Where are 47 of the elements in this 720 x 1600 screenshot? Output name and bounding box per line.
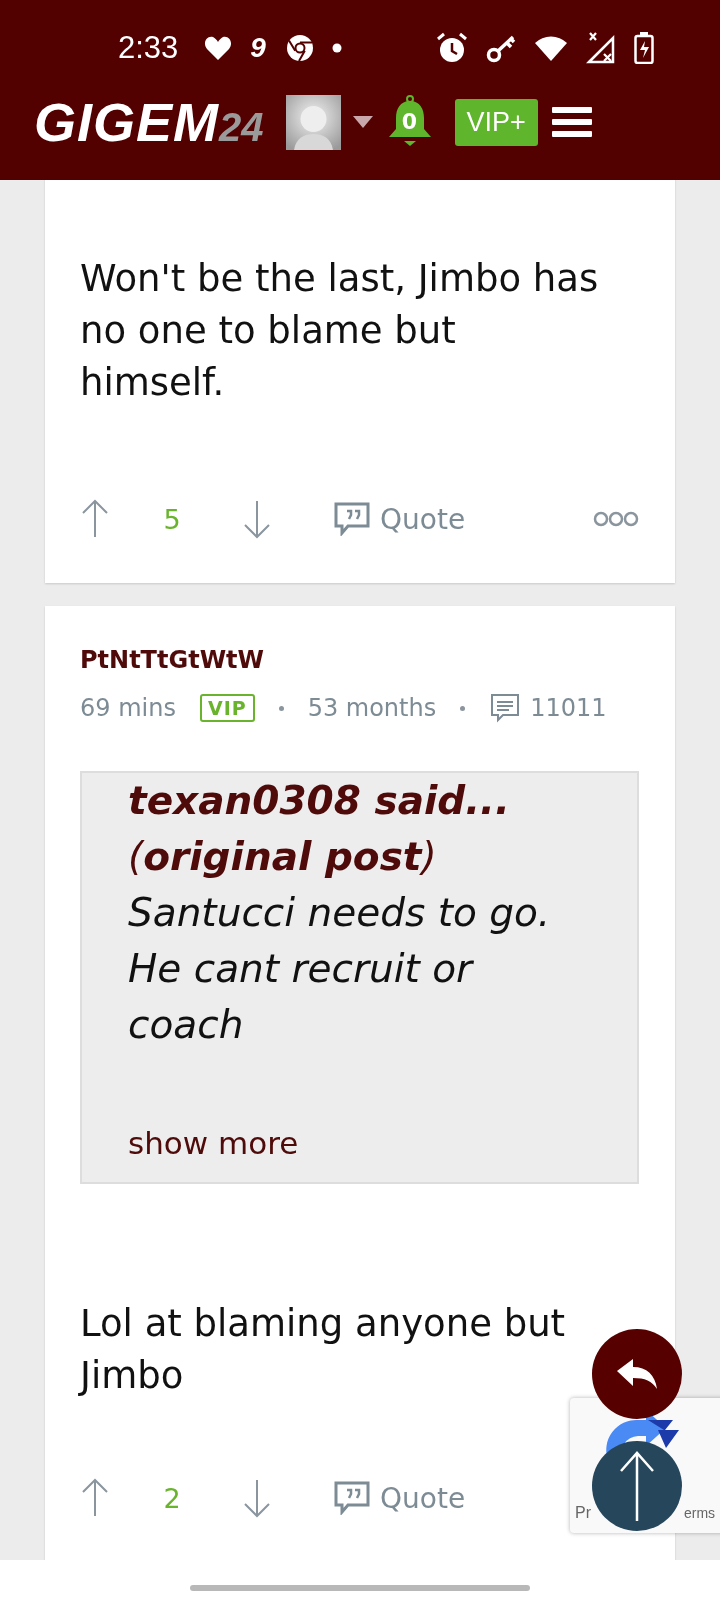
quote-button[interactable]: Quote — [334, 502, 466, 536]
vip-badge: VIP — [199, 694, 255, 722]
avatar-placeholder[interactable] — [285, 94, 341, 150]
separator-dot — [460, 705, 466, 711]
downvote-arrow-icon[interactable] — [242, 1478, 272, 1518]
up-arrow-icon — [619, 1451, 655, 1521]
upvote-arrow-icon[interactable] — [80, 1478, 110, 1518]
logo-number: 24 — [219, 105, 264, 150]
no-signal-icon — [586, 32, 616, 64]
battery-charging-icon — [634, 32, 654, 64]
status-time: 2:33 — [118, 30, 179, 66]
gesture-handle[interactable] — [190, 1585, 530, 1591]
quote-text: Santucci needs to go. He cant recruit or coach — [128, 889, 552, 1049]
key-icon — [486, 33, 516, 63]
notification-dot-icon — [331, 43, 342, 53]
post-text: Won't be the last, Jimbo has no one to blame but himself. — [80, 256, 600, 406]
alarm-icon — [436, 32, 468, 64]
notification-count: 0 — [400, 109, 419, 134]
show-more-link[interactable]: show more — [128, 1123, 593, 1163]
logo-text: GIGEM — [34, 91, 219, 153]
post-author[interactable]: PtNtTtGtWtW — [80, 644, 639, 676]
reply-icon — [615, 1357, 659, 1391]
vote-score: 5 — [162, 503, 182, 535]
site-logo[interactable]: GIGEM24 — [34, 91, 264, 153]
separator-dot — [278, 705, 284, 711]
more-options-icon[interactable] — [593, 511, 639, 527]
quote-attribution: texan0308 said... — [128, 777, 511, 825]
vote-score: 2 — [162, 1482, 182, 1514]
comment-icon — [489, 692, 522, 724]
quote-bubble-icon — [334, 502, 370, 536]
post-count: 11011 — [530, 694, 607, 722]
captcha-privacy-text[interactable]: Pr — [575, 1504, 591, 1522]
caret-icon[interactable] — [352, 116, 373, 128]
member-tenure: 53 months — [307, 694, 437, 722]
menu-icon[interactable] — [551, 105, 592, 139]
downvote-arrow-icon[interactable] — [242, 499, 272, 539]
captcha-terms-text[interactable]: erms — [684, 1505, 716, 1521]
heart-icon — [204, 35, 233, 61]
post-time: 69 mins — [80, 694, 176, 722]
original-post-link[interactable]: (original post) — [128, 829, 593, 885]
browser-icon — [285, 34, 314, 62]
upvote-arrow-icon[interactable] — [80, 499, 110, 539]
quote-bubble-icon — [334, 1481, 370, 1515]
app-notification-icon: 9 — [250, 32, 266, 64]
quote-button[interactable]: Quote — [334, 1481, 466, 1515]
wifi-icon — [534, 34, 568, 62]
post-text: Lol at blaming anyone but Jimbo — [80, 1301, 567, 1399]
